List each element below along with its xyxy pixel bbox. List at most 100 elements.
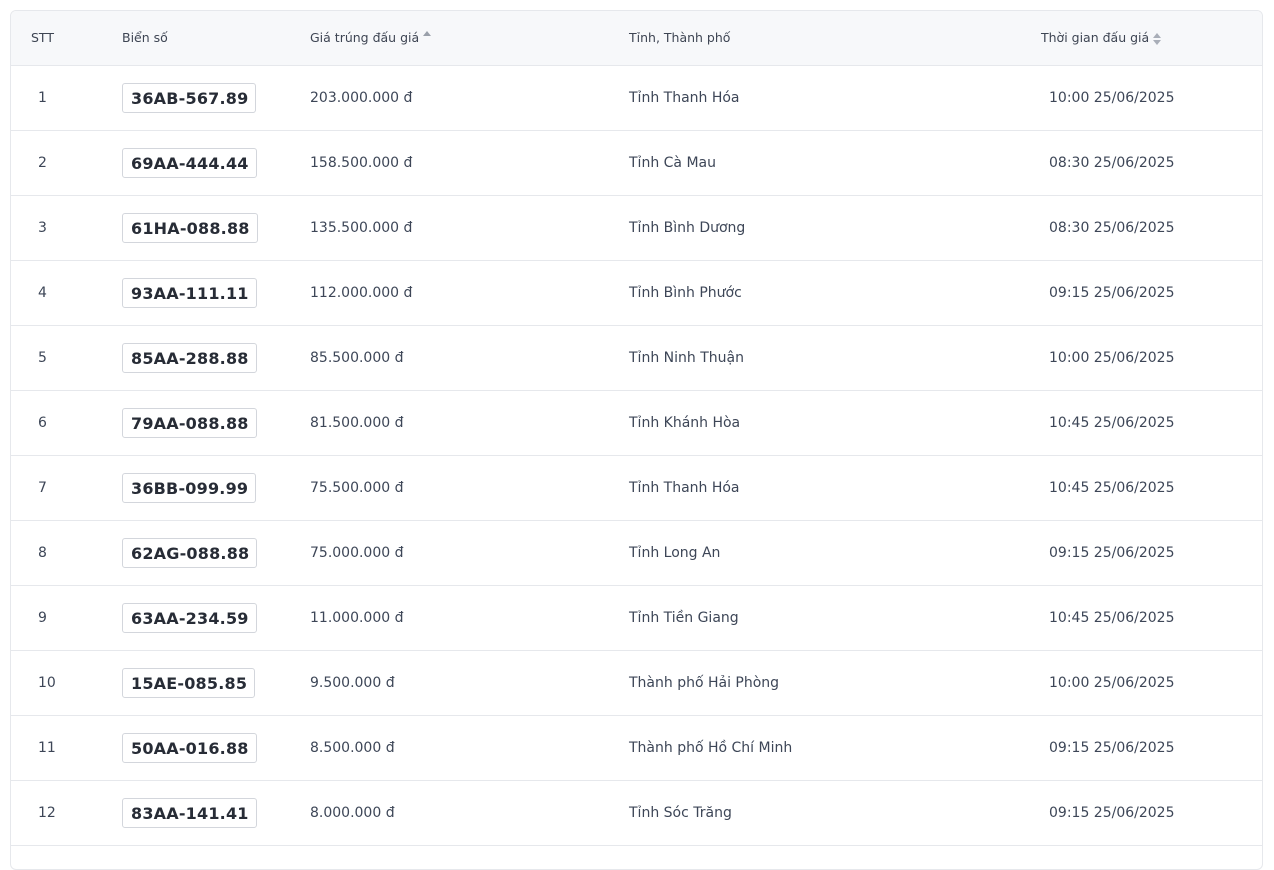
header-stt: STT [11, 11, 122, 66]
cell-price: 112.000.000 đ [310, 260, 629, 326]
cell-province: Tỉnh Thanh Hóa [629, 65, 1041, 131]
sort-icon[interactable] [1153, 32, 1162, 45]
header-price-label[interactable]: Giá trúng đấu giá [310, 30, 419, 45]
table-row[interactable]: 5 85AA-288.88 85.500.000 đ Tỉnh Ninh Thuận 1… [11, 325, 1262, 391]
cell-stt: 3 [11, 195, 122, 261]
cell-plate: 61HA-088.88 [122, 195, 310, 261]
cell-price: 81.500.000 đ [310, 390, 629, 456]
license-plate-badge[interactable]: 63AA-234.59 [122, 602, 257, 633]
cell-price: 8.000.000 đ [310, 780, 629, 846]
cell-price: 158.500.000 đ [310, 130, 629, 196]
cell-plate: 63AA-234.59 [122, 585, 310, 651]
table-body: 1 36AB-567.89 203.000.000 đ Tỉnh Thanh Hóa 1… [11, 65, 1262, 846]
cell-province: Thành phố Hải Phòng [629, 650, 1041, 716]
cell-time: 10:00 25/06/2025 [1041, 650, 1262, 716]
cell-plate: 62AG-088.88 [122, 520, 310, 586]
cell-time: 09:15 25/06/2025 [1041, 260, 1262, 326]
cell-stt: 7 [11, 455, 122, 521]
license-plate-badge[interactable]: 69AA-444.44 [122, 147, 257, 178]
cell-stt: 11 [11, 715, 122, 781]
cell-time: 08:30 25/06/2025 [1041, 130, 1262, 196]
header-row: STT Biển số Giá trúng đấu giá Tỉnh, Thàn… [11, 11, 1262, 66]
header-plate: Biển số [122, 11, 310, 66]
table-row[interactable]: 10 15AE-085.85 9.500.000 đ Thành phố Hải Ph… [11, 650, 1262, 716]
cell-province: Tỉnh Bình Phước [629, 260, 1041, 326]
cell-plate: 69AA-444.44 [122, 130, 310, 196]
cell-stt: 6 [11, 390, 122, 456]
license-plate-badge[interactable]: 36AB-567.89 [122, 82, 257, 113]
cell-province: Tỉnh Tiền Giang [629, 585, 1041, 651]
cell-price: 85.500.000 đ [310, 325, 629, 391]
sort-ascending-icon[interactable] [423, 30, 432, 39]
cell-stt: 1 [11, 65, 122, 131]
cell-plate: 50AA-016.88 [122, 715, 310, 781]
cell-plate: 85AA-288.88 [122, 325, 310, 391]
cell-time: 10:45 25/06/2025 [1041, 390, 1262, 456]
cell-time: 09:15 25/06/2025 [1041, 780, 1262, 846]
cell-time: 10:45 25/06/2025 [1041, 455, 1262, 521]
cell-province: Tỉnh Thanh Hóa [629, 455, 1041, 521]
license-plate-badge[interactable]: 61HA-088.88 [122, 212, 258, 243]
cell-province: Tỉnh Long An [629, 520, 1041, 586]
cell-price: 75.000.000 đ [310, 520, 629, 586]
cell-stt: 8 [11, 520, 122, 586]
cell-price: 135.500.000 đ [310, 195, 629, 261]
license-plate-badge[interactable]: 15AE-085.85 [122, 667, 256, 698]
license-plate-badge[interactable]: 62AG-088.88 [122, 537, 258, 568]
cell-time: 10:00 25/06/2025 [1041, 65, 1262, 131]
cell-stt: 4 [11, 260, 122, 326]
header-province-label: Tỉnh, Thành phố [629, 30, 731, 46]
cell-stt: 2 [11, 130, 122, 196]
cell-stt: 10 [11, 650, 122, 716]
auction-results-table: STT Biển số Giá trúng đấu giá Tỉnh, Thàn… [11, 11, 1262, 846]
license-plate-badge[interactable]: 85AA-288.88 [122, 342, 257, 373]
cell-stt: 9 [11, 585, 122, 651]
table-header: STT Biển số Giá trúng đấu giá Tỉnh, Thàn… [11, 11, 1262, 66]
license-plate-badge[interactable]: 36BB-099.99 [122, 472, 257, 503]
cell-plate: 36AB-567.89 [122, 65, 310, 131]
cell-stt: 12 [11, 780, 122, 846]
cell-stt: 5 [11, 325, 122, 391]
cell-plate: 83AA-141.41 [122, 780, 310, 846]
table-row[interactable]: 4 93AA-111.11 112.000.000 đ Tỉnh Bình Phước… [11, 260, 1262, 326]
license-plate-badge[interactable]: 50AA-016.88 [122, 732, 257, 763]
cell-province: Tỉnh Cà Mau [629, 130, 1041, 196]
license-plate-badge[interactable]: 93AA-111.11 [122, 277, 257, 308]
cell-time: 08:30 25/06/2025 [1041, 195, 1262, 261]
auction-results-table-container: STT Biển số Giá trúng đấu giá Tỉnh, Thàn… [10, 10, 1263, 870]
cell-price: 9.500.000 đ [310, 650, 629, 716]
table-row[interactable]: 11 50AA-016.88 8.500.000 đ Thành phố Hồ Chí… [11, 715, 1262, 781]
table-row[interactable]: 9 63AA-234.59 11.000.000 đ Tỉnh Tiền Giang 1… [11, 585, 1262, 651]
table-row[interactable]: 7 36BB-099.99 75.500.000 đ Tỉnh Thanh Hóa 10… [11, 455, 1262, 521]
table-row[interactable]: 8 62AG-088.88 75.000.000 đ Tỉnh Long An 09:1… [11, 520, 1262, 586]
table-row[interactable]: 3 61HA-088.88 135.500.000 đ Tỉnh Bình Dương… [11, 195, 1262, 261]
license-plate-badge[interactable]: 83AA-141.41 [122, 797, 257, 828]
cell-province: Thành phố Hồ Chí Minh [629, 715, 1041, 781]
cell-plate: 93AA-111.11 [122, 260, 310, 326]
cell-time: 10:45 25/06/2025 [1041, 585, 1262, 651]
cell-price: 203.000.000 đ [310, 65, 629, 131]
header-price-sortable[interactable]: Giá trúng đấu giá [310, 11, 629, 66]
header-province: Tỉnh, Thành phố [629, 11, 1041, 66]
cell-province: Tỉnh Sóc Trăng [629, 780, 1041, 846]
table-row[interactable]: 12 83AA-141.41 8.000.000 đ Tỉnh Sóc Trăng 09… [11, 780, 1262, 846]
cell-time: 10:00 25/06/2025 [1041, 325, 1262, 391]
cell-province: Tỉnh Bình Dương [629, 195, 1041, 261]
cell-price: 11.000.000 đ [310, 585, 629, 651]
cell-price: 8.500.000 đ [310, 715, 629, 781]
cell-time: 09:15 25/06/2025 [1041, 520, 1262, 586]
cell-province: Tỉnh Ninh Thuận [629, 325, 1041, 391]
table-row[interactable]: 1 36AB-567.89 203.000.000 đ Tỉnh Thanh Hóa 1… [11, 65, 1262, 131]
license-plate-badge[interactable]: 79AA-088.88 [122, 407, 257, 438]
header-time-label[interactable]: Thời gian đấu giá [1041, 30, 1149, 45]
cell-time: 09:15 25/06/2025 [1041, 715, 1262, 781]
cell-province: Tỉnh Khánh Hòa [629, 390, 1041, 456]
cell-plate: 36BB-099.99 [122, 455, 310, 521]
table-row[interactable]: 2 69AA-444.44 158.500.000 đ Tỉnh Cà Mau 08:3… [11, 130, 1262, 196]
table-row[interactable]: 6 79AA-088.88 81.500.000 đ Tỉnh Khánh Hòa 10… [11, 390, 1262, 456]
header-time-sortable[interactable]: Thời gian đấu giá [1041, 11, 1262, 66]
header-stt-label: STT [31, 30, 54, 46]
cell-plate: 15AE-085.85 [122, 650, 310, 716]
cell-price: 75.500.000 đ [310, 455, 629, 521]
cell-plate: 79AA-088.88 [122, 390, 310, 456]
